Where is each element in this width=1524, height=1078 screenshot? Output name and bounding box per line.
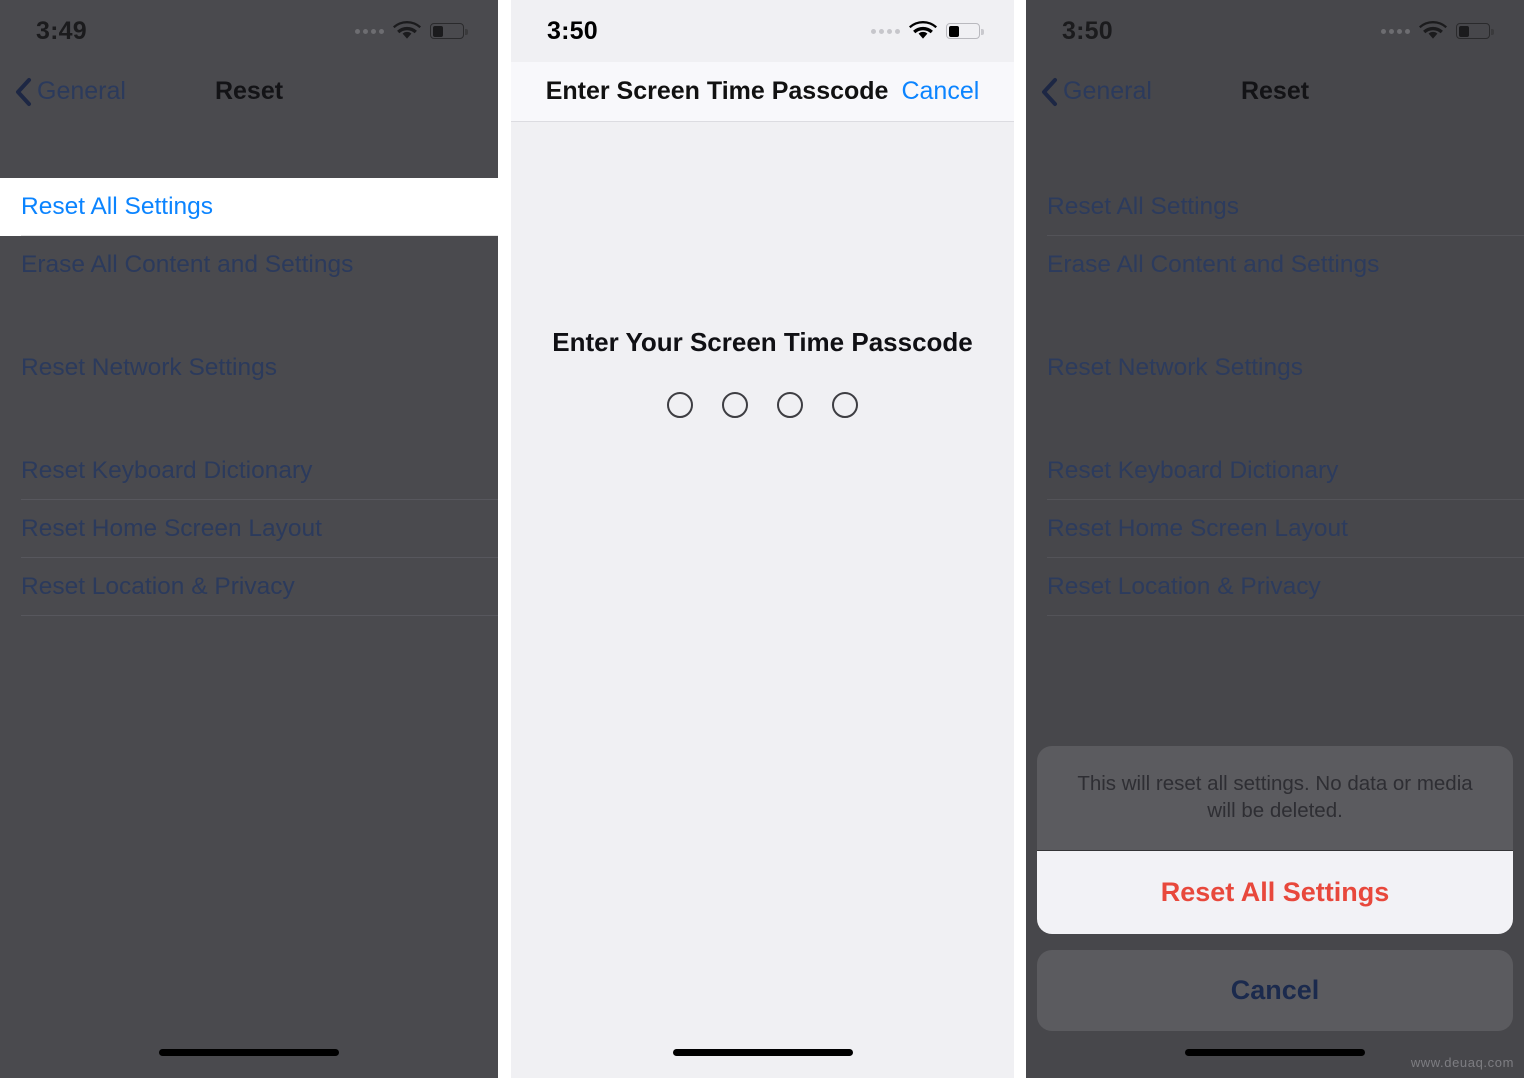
list-item-label: Reset All Settings	[1047, 193, 1240, 220]
status-bar-time: 3:49	[36, 16, 87, 45]
list-item-label: Reset Keyboard Dictionary	[21, 457, 313, 484]
status-bar: 3:50	[511, 0, 1014, 62]
list-item-reset-all-settings[interactable]: Reset All Settings	[1026, 178, 1524, 236]
list-section-gap	[1026, 121, 1524, 178]
list-item-label: Erase All Content and Settings	[21, 251, 354, 278]
list-item-label: Reset Location & Privacy	[1047, 573, 1321, 600]
panel-reset-confirm-sheet: 3:50 General Reset Reset All Settings Er…	[1026, 0, 1524, 1078]
list-section-gap	[0, 397, 498, 442]
battery-low-icon	[430, 23, 468, 39]
list-item-erase-all-content[interactable]: Erase All Content and Settings	[0, 236, 498, 294]
list-item-label: Reset Keyboard Dictionary	[1047, 457, 1339, 484]
home-indicator[interactable]	[511, 1049, 1014, 1056]
cancel-button[interactable]: Cancel	[1037, 950, 1513, 1031]
battery-low-icon	[1456, 23, 1494, 39]
action-sheet: This will reset all settings. No data or…	[1037, 745, 1513, 1031]
list-item-reset-network-settings[interactable]: Reset Network Settings	[0, 339, 498, 397]
list-item-label: Reset Location & Privacy	[21, 573, 295, 600]
status-bar-time: 3:50	[1062, 16, 1113, 45]
status-bar: 3:49	[0, 0, 498, 62]
status-bar-indicators	[1381, 21, 1494, 41]
passcode-prompt: Enter Your Screen Time Passcode	[552, 327, 973, 357]
list-item-reset-home-screen-layout[interactable]: Reset Home Screen Layout	[0, 500, 498, 558]
list-item-label: Erase All Content and Settings	[1047, 251, 1380, 278]
battery-low-icon	[946, 23, 984, 39]
wifi-icon	[1419, 21, 1447, 39]
back-button-label: General	[37, 77, 126, 105]
list-item-reset-home-screen-layout[interactable]: Reset Home Screen Layout	[1026, 500, 1524, 558]
panel-divider	[1014, 0, 1026, 1078]
panel-reset-list-dimmed: 3:49 General Reset Reset All Settings Er…	[0, 0, 498, 1078]
list-section-gap	[0, 294, 498, 339]
list-item-label: Reset All Settings	[21, 193, 214, 220]
list-item-label: Reset Network Settings	[1047, 354, 1303, 381]
cancel-button[interactable]: Cancel	[901, 77, 979, 106]
list-item-reset-keyboard-dictionary[interactable]: Reset Keyboard Dictionary	[1026, 442, 1524, 500]
list-item-erase-all-content[interactable]: Erase All Content and Settings	[1026, 236, 1524, 294]
signal-dots-icon	[871, 28, 900, 34]
list-item-reset-all-settings[interactable]: Reset All Settings	[0, 178, 498, 236]
back-button-general[interactable]: General	[1026, 77, 1152, 107]
reset-all-settings-button[interactable]: Reset All Settings	[1037, 851, 1513, 934]
passcode-nav-bar: Enter Screen Time Passcode Cancel	[511, 62, 1014, 121]
nav-bar: General Reset	[0, 62, 498, 121]
status-bar-indicators	[871, 21, 984, 41]
list-item-label: Reset Home Screen Layout	[21, 515, 322, 542]
status-bar-indicators	[355, 21, 468, 41]
chevron-left-icon	[16, 77, 31, 106]
list-section-gap	[1026, 294, 1524, 339]
list-item-reset-location-privacy[interactable]: Reset Location & Privacy	[1026, 558, 1524, 616]
status-bar: 3:50	[1026, 0, 1524, 62]
signal-dots-icon	[355, 28, 384, 34]
list-item-label: Reset Network Settings	[21, 354, 277, 381]
back-button-general[interactable]: General	[0, 77, 126, 107]
wifi-icon	[393, 21, 421, 39]
list-item-reset-network-settings[interactable]: Reset Network Settings	[1026, 339, 1524, 397]
panel-divider	[498, 0, 511, 1078]
list-section-gap	[0, 121, 498, 178]
list-section-gap	[1026, 397, 1524, 442]
action-sheet-group: This will reset all settings. No data or…	[1037, 745, 1513, 934]
settings-list: Reset All Settings Erase All Content and…	[0, 121, 498, 1046]
list-empty-area	[0, 616, 498, 1046]
chevron-left-icon	[1042, 77, 1057, 106]
screenshot-stage: 3:49 General Reset Reset All Settings Er…	[0, 0, 1524, 1078]
action-sheet-message: This will reset all settings. No data or…	[1037, 745, 1513, 850]
back-button-label: General	[1063, 77, 1152, 105]
passcode-dot	[667, 392, 693, 418]
list-item-reset-keyboard-dictionary[interactable]: Reset Keyboard Dictionary	[0, 442, 498, 500]
passcode-dot	[777, 392, 803, 418]
status-bar-time: 3:50	[547, 16, 598, 45]
watermark: www.deuaq.com	[1410, 1055, 1514, 1070]
passcode-dots[interactable]	[511, 392, 1014, 418]
list-item-reset-location-privacy[interactable]: Reset Location & Privacy	[0, 558, 498, 616]
home-indicator[interactable]	[0, 1049, 498, 1056]
list-item-label: Reset Home Screen Layout	[1047, 515, 1348, 542]
passcode-dot	[722, 392, 748, 418]
passcode-body: Enter Your Screen Time Passcode	[511, 122, 1014, 1078]
nav-bar: General Reset	[1026, 62, 1524, 121]
panel-screen-time-passcode: 3:50 Enter Screen Time Passcode Cancel E…	[511, 0, 1014, 1078]
signal-dots-icon	[1381, 28, 1410, 34]
passcode-nav-title: Enter Screen Time Passcode	[545, 77, 889, 105]
passcode-dot	[832, 392, 858, 418]
wifi-icon	[909, 21, 937, 39]
